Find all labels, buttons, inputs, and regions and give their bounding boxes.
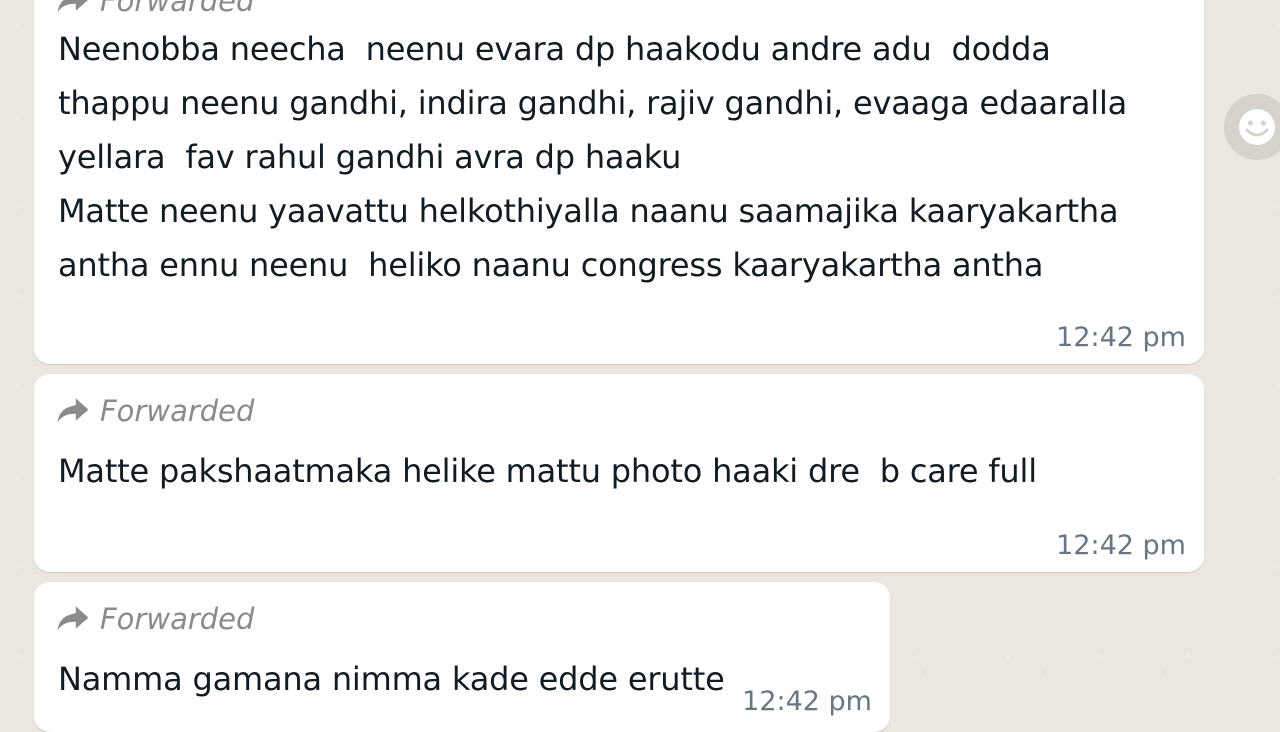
message-text-line: yellara fav rahul gandhi avra dp haaku: [58, 138, 682, 176]
forwarded-label: Forwarded: [100, 394, 255, 428]
emoji-smiley-icon: [1239, 109, 1275, 145]
message-timestamp: 12:42 pm: [1056, 530, 1186, 561]
message-text-line: Neenobba neecha neenu evara dp haakodu a…: [58, 30, 1051, 68]
forwarded-indicator: Forwarded: [56, 394, 254, 428]
message-text-line: antha ennu neenu heliko naanu congress k…: [58, 246, 1044, 284]
message-bubble[interactable]: Forwarded Neenobba neecha neenu evara dp…: [34, 0, 1204, 364]
message-text-line: thappu neenu gandhi, indira gandhi, raji…: [58, 84, 1128, 122]
message-text-line: Matte neenu yaavattu helkothiyalla naanu…: [58, 192, 1119, 230]
message-bubble[interactable]: Forwarded Namma gamana nimma kade edde e…: [34, 582, 890, 732]
message-text-line: Matte pakshaatmaka helike mattu photo ha…: [58, 452, 1037, 490]
forwarded-indicator: Forwarded: [56, 602, 254, 636]
forwarded-label: Forwarded: [100, 602, 255, 636]
message-bubble[interactable]: Forwarded Matte pakshaatmaka helike matt…: [34, 374, 1204, 572]
forward-arrow-icon: [57, 398, 89, 423]
forward-arrow-icon: [57, 606, 89, 631]
message-timestamp: 12:42 pm: [1056, 322, 1186, 353]
message-timestamp: 12:42 pm: [742, 686, 872, 717]
forwarded-label: Forwarded: [100, 0, 255, 18]
forward-arrow-icon: [57, 0, 88, 13]
message-text-line: Namma gamana nimma kade edde erutte: [58, 660, 725, 698]
forwarded-indicator: Forwarded: [56, 0, 254, 18]
